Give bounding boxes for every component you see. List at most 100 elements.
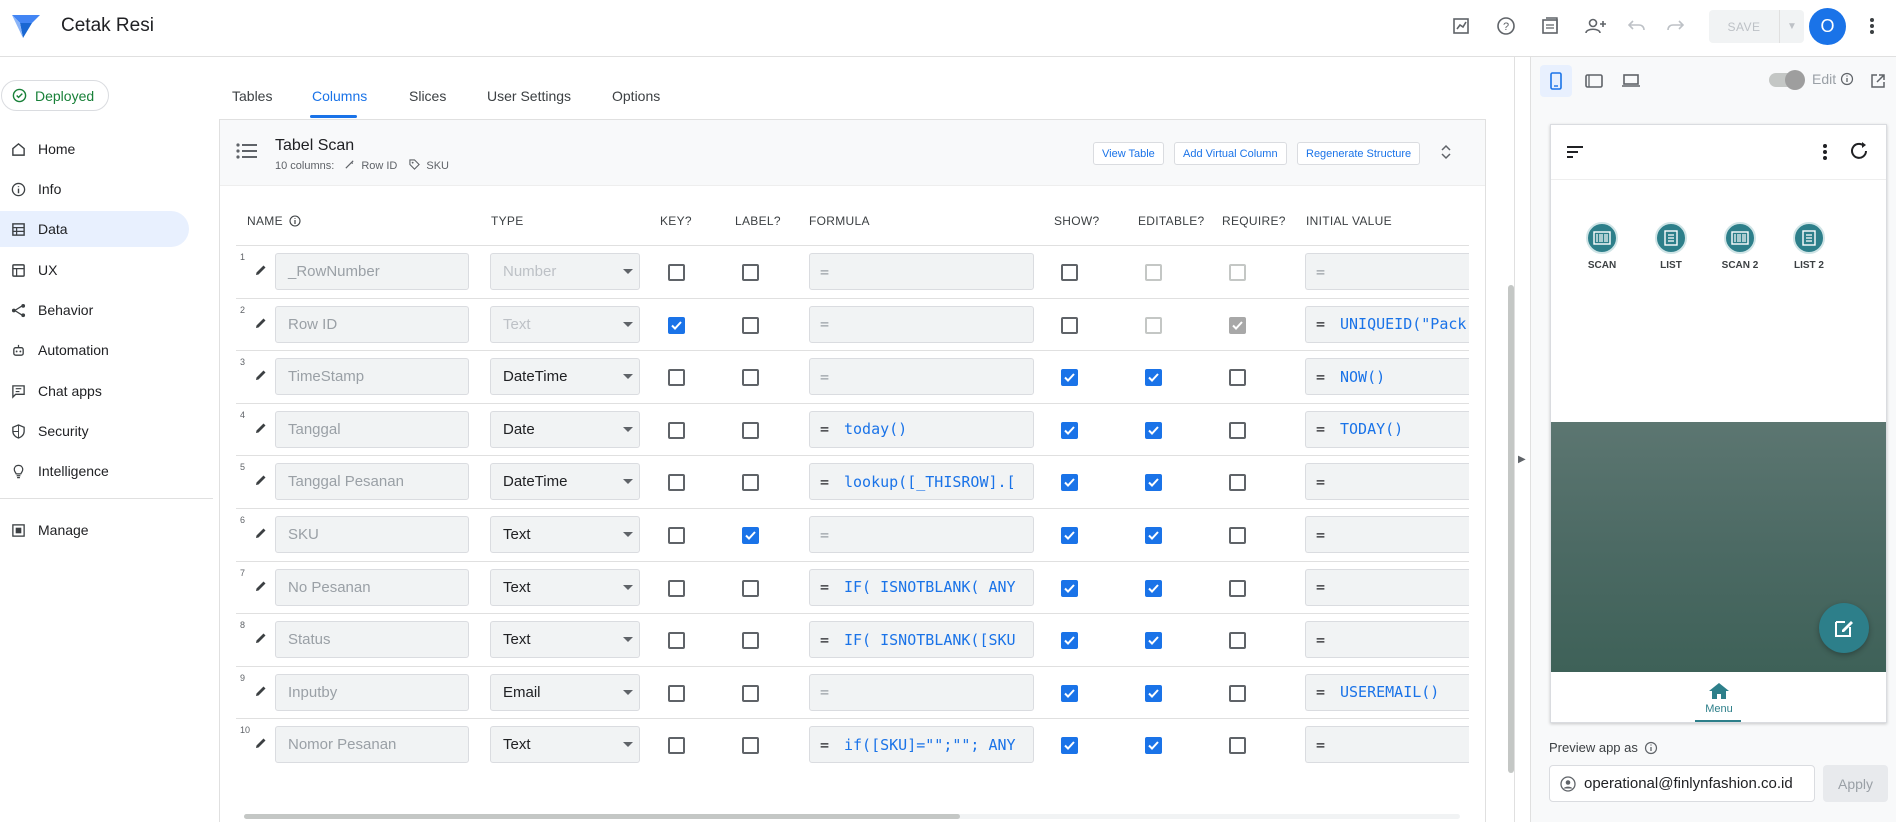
add-virtual-column-button[interactable]: Add Virtual Column bbox=[1174, 142, 1287, 165]
label-checkbox[interactable] bbox=[742, 369, 759, 387]
initial-value-field[interactable]: = bbox=[1305, 568, 1469, 606]
pencil-icon[interactable] bbox=[255, 631, 267, 649]
label-checkbox[interactable] bbox=[742, 421, 759, 439]
key-checkbox[interactable] bbox=[668, 527, 685, 544]
pencil-icon[interactable] bbox=[255, 579, 267, 597]
column-type-select[interactable]: Number bbox=[490, 253, 640, 290]
require-checkbox[interactable] bbox=[1229, 316, 1246, 334]
phone-view-icon[interactable] bbox=[1540, 65, 1572, 97]
pencil-icon[interactable] bbox=[255, 526, 267, 544]
key-checkbox[interactable] bbox=[668, 369, 685, 387]
column-type-select[interactable]: Text bbox=[490, 305, 640, 343]
desktop-view-icon[interactable] bbox=[1615, 65, 1647, 97]
label-checkbox[interactable] bbox=[742, 527, 759, 544]
performance-icon[interactable] bbox=[1449, 14, 1473, 38]
pencil-icon[interactable] bbox=[255, 684, 267, 702]
user-avatar[interactable]: O bbox=[1809, 8, 1846, 45]
column-name-field[interactable]: Row ID bbox=[275, 305, 469, 343]
sidebar-item-info[interactable]: Info bbox=[0, 171, 189, 207]
menu-tile-scan-2[interactable]: SCAN 2 bbox=[1710, 222, 1770, 271]
column-type-select[interactable]: Date bbox=[490, 410, 640, 448]
sidebar-item-chat-apps[interactable]: Chat apps bbox=[0, 373, 189, 409]
apply-button[interactable]: Apply bbox=[1823, 765, 1888, 802]
label-checkbox[interactable] bbox=[742, 579, 759, 597]
column-name-field[interactable]: SKU bbox=[275, 516, 469, 553]
pencil-icon[interactable] bbox=[255, 263, 267, 281]
tab-options[interactable]: Options bbox=[612, 88, 660, 104]
key-checkbox[interactable] bbox=[668, 579, 685, 597]
formula-field[interactable]: = today() bbox=[809, 410, 1034, 448]
key-checkbox[interactable] bbox=[668, 421, 685, 439]
require-checkbox[interactable] bbox=[1229, 684, 1246, 702]
formula-field[interactable]: = bbox=[809, 516, 1034, 553]
show-checkbox[interactable] bbox=[1061, 737, 1078, 755]
sidebar-item-intelligence[interactable]: Intelligence bbox=[0, 453, 189, 489]
initial-value-field[interactable]: = TODAY() bbox=[1305, 410, 1469, 448]
column-name-field[interactable]: Status bbox=[275, 621, 469, 659]
key-checkbox[interactable] bbox=[668, 316, 685, 334]
key-checkbox[interactable] bbox=[668, 737, 685, 755]
regenerate-structure-button[interactable]: Regenerate Structure bbox=[1297, 142, 1421, 165]
preview-email-input[interactable]: operational@finlynfashion.co.id bbox=[1549, 765, 1815, 802]
horizontal-scrollbar[interactable] bbox=[244, 814, 960, 819]
editable-checkbox[interactable] bbox=[1145, 421, 1162, 439]
tab-tables[interactable]: Tables bbox=[232, 88, 272, 104]
menu-tile-scan[interactable]: SCAN bbox=[1572, 222, 1632, 271]
require-checkbox[interactable] bbox=[1229, 421, 1246, 439]
share-icon[interactable] bbox=[1584, 14, 1608, 38]
label-checkbox[interactable] bbox=[742, 632, 759, 650]
expand-collapse-icon[interactable] bbox=[1441, 144, 1451, 165]
require-checkbox[interactable] bbox=[1229, 579, 1246, 597]
initial-value-field[interactable]: = USEREMAIL() bbox=[1305, 673, 1469, 711]
formula-field[interactable]: = bbox=[809, 253, 1034, 290]
column-name-field[interactable]: Tanggal bbox=[275, 410, 469, 448]
collapse-preview-icon[interactable]: ▶ bbox=[1518, 454, 1526, 465]
sidebar-item-home[interactable]: Home bbox=[0, 131, 189, 167]
sidebar-item-data[interactable]: Data bbox=[0, 211, 189, 247]
require-checkbox[interactable] bbox=[1229, 264, 1246, 281]
key-checkbox[interactable] bbox=[668, 684, 685, 702]
menu-tile-list[interactable]: LIST bbox=[1641, 222, 1701, 271]
sidebar-item-behavior[interactable]: Behavior bbox=[0, 292, 189, 328]
show-checkbox[interactable] bbox=[1061, 264, 1078, 281]
docs-icon[interactable] bbox=[1538, 14, 1562, 38]
redo-icon[interactable] bbox=[1663, 14, 1687, 38]
tablet-view-icon[interactable] bbox=[1578, 65, 1610, 97]
column-type-select[interactable]: Text bbox=[490, 726, 640, 764]
show-checkbox[interactable] bbox=[1061, 421, 1078, 439]
formula-field[interactable]: = lookup([_THISROW].[ bbox=[809, 463, 1034, 501]
column-name-field[interactable]: Nomor Pesanan bbox=[275, 726, 469, 764]
column-type-select[interactable]: Text bbox=[490, 621, 640, 659]
key-checkbox[interactable] bbox=[668, 632, 685, 650]
require-checkbox[interactable] bbox=[1229, 527, 1246, 544]
show-checkbox[interactable] bbox=[1061, 369, 1078, 387]
initial-value-field[interactable]: = bbox=[1305, 253, 1469, 290]
label-checkbox[interactable] bbox=[742, 684, 759, 702]
pencil-icon[interactable] bbox=[255, 368, 267, 386]
column-name-field[interactable]: Tanggal Pesanan bbox=[275, 463, 469, 501]
column-name-field[interactable]: TimeStamp bbox=[275, 358, 469, 396]
editable-checkbox[interactable] bbox=[1145, 369, 1162, 387]
sidebar-item-ux[interactable]: UX bbox=[0, 252, 189, 288]
column-type-select[interactable]: Text bbox=[490, 568, 640, 606]
info-icon[interactable] bbox=[288, 215, 301, 227]
show-checkbox[interactable] bbox=[1061, 527, 1078, 544]
editable-checkbox[interactable] bbox=[1145, 474, 1162, 492]
require-checkbox[interactable] bbox=[1229, 632, 1246, 650]
label-checkbox[interactable] bbox=[742, 264, 759, 281]
label-checkbox[interactable] bbox=[742, 316, 759, 334]
show-checkbox[interactable] bbox=[1061, 579, 1078, 597]
require-checkbox[interactable] bbox=[1229, 737, 1246, 755]
appsheet-logo[interactable] bbox=[10, 13, 42, 40]
column-type-select[interactable]: Text bbox=[490, 516, 640, 553]
undo-icon[interactable] bbox=[1625, 14, 1649, 38]
sidebar-item-automation[interactable]: Automation bbox=[0, 332, 189, 368]
editable-checkbox[interactable] bbox=[1145, 737, 1162, 755]
column-type-select[interactable]: Email bbox=[490, 673, 640, 711]
column-type-select[interactable]: DateTime bbox=[490, 358, 640, 396]
column-name-field[interactable]: No Pesanan bbox=[275, 568, 469, 606]
pencil-icon[interactable] bbox=[255, 473, 267, 491]
tab-slices[interactable]: Slices bbox=[409, 88, 446, 104]
column-type-select[interactable]: DateTime bbox=[490, 463, 640, 501]
label-checkbox[interactable] bbox=[742, 737, 759, 755]
